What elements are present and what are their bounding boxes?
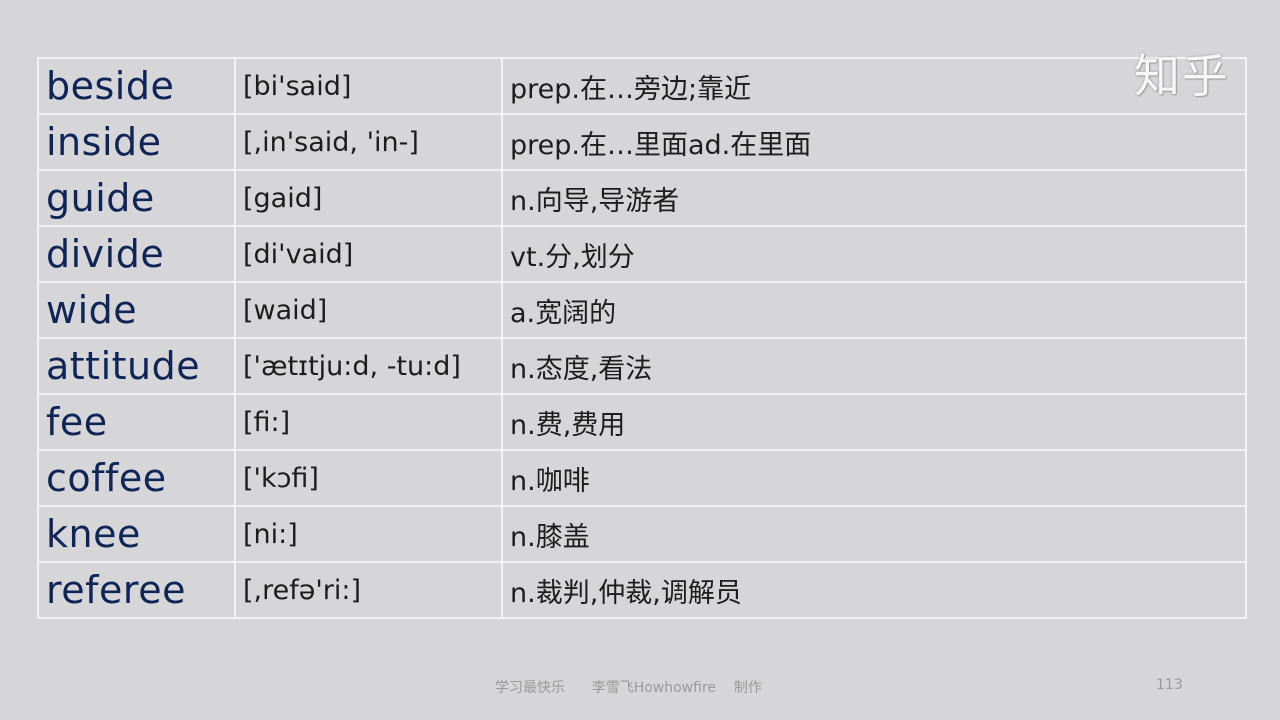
phonetic-cell: [,refə'ri:]: [234, 561, 503, 619]
meaning-cell: a.宽阔的: [501, 281, 1247, 339]
meaning-cell: n.费,费用: [501, 393, 1247, 451]
table-row: wide [waid] a.宽阔的: [37, 281, 1247, 339]
footer-credit: 学习最快乐 李雪飞Howhowfire 制作: [495, 680, 762, 696]
meaning-cell: vt.分,划分: [501, 225, 1247, 283]
word-cell: coffee: [37, 449, 236, 507]
word-cell: inside: [37, 113, 236, 171]
meaning-cell: n.态度,看法: [501, 337, 1247, 395]
table-row: beside [bi'said] prep.在…旁边;靠近: [37, 57, 1247, 115]
phonetic-cell: ['ætɪtju:d, -tu:d]: [234, 337, 503, 395]
table-row: fee [fi:] n.费,费用: [37, 393, 1247, 451]
word-cell: beside: [37, 57, 236, 115]
table-row: knee [ni:] n.膝盖: [37, 505, 1247, 563]
meaning-cell: n.裁判,仲裁,调解员: [501, 561, 1247, 619]
phonetic-cell: [bi'said]: [234, 57, 503, 115]
zhihu-watermark: 知乎: [1134, 49, 1230, 103]
table-row: divide [di'vaid] vt.分,划分: [37, 225, 1247, 283]
meaning-cell: prep.在…里面ad.在里面: [501, 113, 1247, 171]
meaning-cell: n.咖啡: [501, 449, 1247, 507]
word-cell: guide: [37, 169, 236, 227]
phonetic-cell: [di'vaid]: [234, 225, 503, 283]
table-row: coffee ['kɔfi] n.咖啡: [37, 449, 1247, 507]
word-cell: referee: [37, 561, 236, 619]
page-number: 113: [1156, 677, 1183, 693]
meaning-cell: n.向导,导游者: [501, 169, 1247, 227]
phonetic-cell: [gaid]: [234, 169, 503, 227]
word-cell: knee: [37, 505, 236, 563]
word-cell: wide: [37, 281, 236, 339]
phonetic-cell: ['kɔfi]: [234, 449, 503, 507]
meaning-cell: n.膝盖: [501, 505, 1247, 563]
phonetic-cell: [ni:]: [234, 505, 503, 563]
phonetic-cell: [,in'said, 'in-]: [234, 113, 503, 171]
table-row: guide [gaid] n.向导,导游者: [37, 169, 1247, 227]
word-cell: attitude: [37, 337, 236, 395]
vocabulary-table: beside [bi'said] prep.在…旁边;靠近 inside [,i…: [37, 57, 1247, 619]
table-row: inside [,in'said, 'in-] prep.在…里面ad.在里面: [37, 113, 1247, 171]
table-row: referee [,refə'ri:] n.裁判,仲裁,调解员: [37, 561, 1247, 619]
word-cell: fee: [37, 393, 236, 451]
table-row: attitude ['ætɪtju:d, -tu:d] n.态度,看法: [37, 337, 1247, 395]
word-cell: divide: [37, 225, 236, 283]
phonetic-cell: [fi:]: [234, 393, 503, 451]
phonetic-cell: [waid]: [234, 281, 503, 339]
